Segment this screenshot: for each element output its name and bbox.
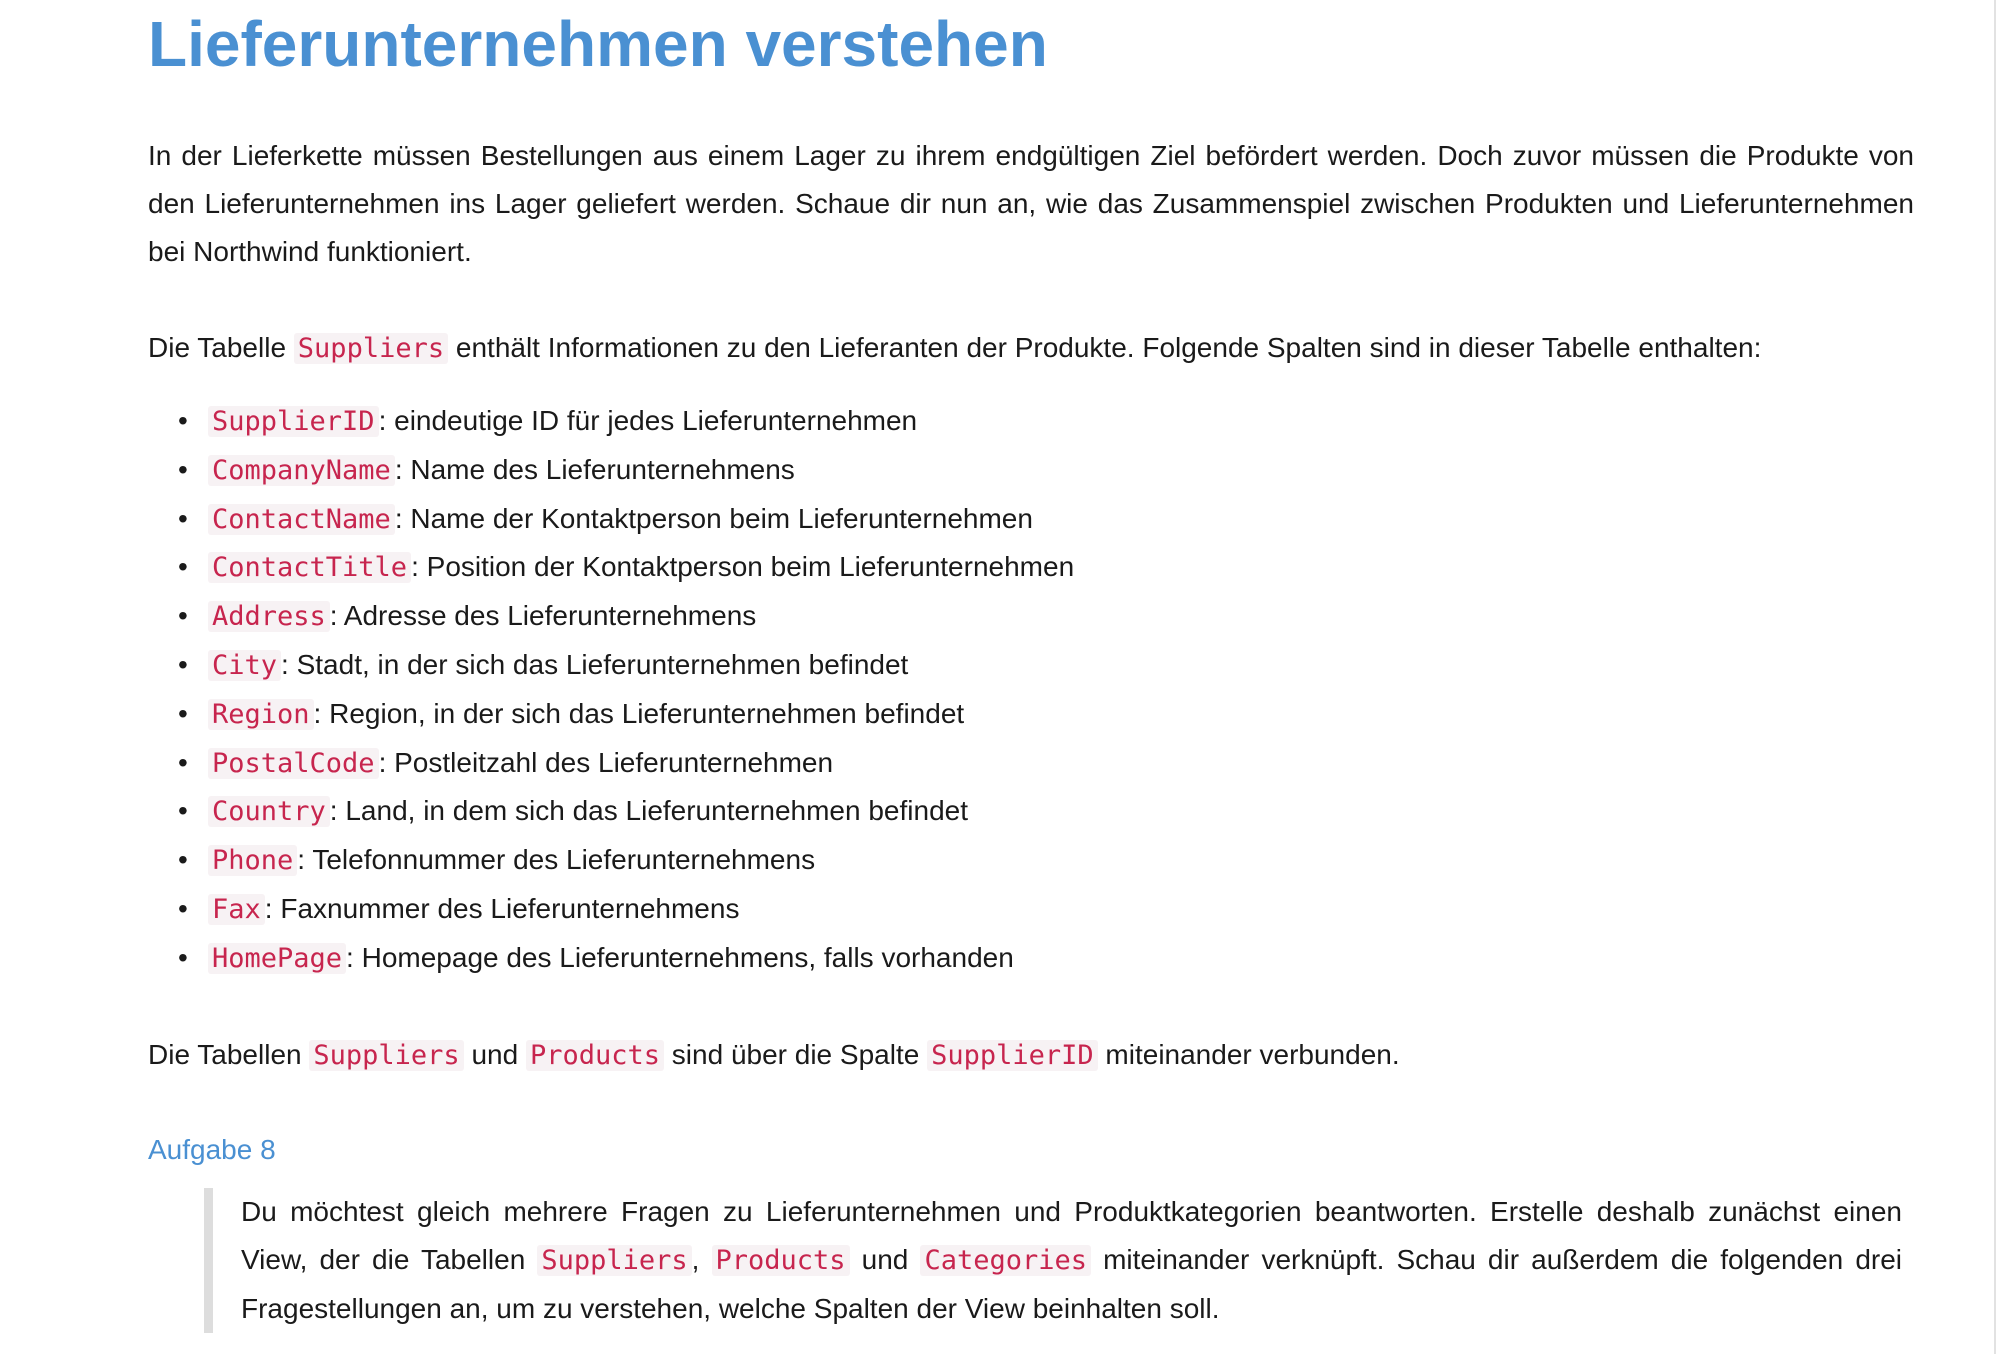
column-description: : Postleitzahl des Lieferunternehmen xyxy=(378,746,834,778)
bullet-icon: • xyxy=(178,600,188,632)
column-description: : Land, in dem sich das Lieferunternehme… xyxy=(329,795,968,827)
column-name-code: SupplierID xyxy=(208,406,379,437)
page-edge-rule xyxy=(1994,0,1996,1354)
list-item: • City: Stadt, in der sich das Lieferunte… xyxy=(178,641,1914,690)
column-description: : Telefonnummer des Lieferunternehmens xyxy=(297,844,816,876)
inline-code-suppliers: Suppliers xyxy=(293,333,449,364)
inline-code-products: Products xyxy=(525,1039,665,1071)
list-item: • Address: Adresse des Lieferunternehmens xyxy=(178,592,1914,641)
inline-code-products: Products xyxy=(711,1244,850,1276)
bullet-icon: • xyxy=(178,892,188,924)
text-span: und xyxy=(463,1038,526,1070)
list-item: • Phone: Telefonnummer des Lieferunterneh… xyxy=(178,836,1914,885)
bullet-icon: • xyxy=(178,453,188,485)
column-name-code: Country xyxy=(208,796,330,828)
column-description: : Faxnummer des Lieferunternehmens xyxy=(264,892,740,924)
list-item: • CompanyName: Name des Lieferunternehmen… xyxy=(178,446,1914,495)
task-heading: Aufgabe 8 xyxy=(148,1133,276,1165)
column-description: : Homepage des Lieferunternehmens, falls… xyxy=(346,941,1014,973)
inline-code-categories: Categories xyxy=(920,1244,1091,1276)
bullet-icon: • xyxy=(178,648,188,680)
column-list: • SupplierID: eindeutige ID für jedes Lie… xyxy=(148,397,1914,983)
column-name-code: HomePage xyxy=(208,942,347,974)
bullet-icon: • xyxy=(178,502,188,534)
column-description: : Stadt, in der sich das Lieferunternehm… xyxy=(281,648,909,680)
column-description: : Position der Kontaktperson beim Liefer… xyxy=(411,551,1075,583)
inline-code-suppliers: Suppliers xyxy=(537,1244,692,1276)
column-description: : Name des Lieferunternehmens xyxy=(394,453,795,485)
text-span: miteinander verbunden. xyxy=(1097,1038,1400,1070)
text-span: enthält Informationen zu den Lieferanten… xyxy=(448,332,1762,363)
list-item: • HomePage: Homepage des Lieferunternehme… xyxy=(178,934,1914,983)
list-item: • Region: Region, in der sich das Lieferu… xyxy=(178,690,1914,739)
text-span: Die Tabelle xyxy=(148,332,294,363)
text-span: Die Tabellen xyxy=(148,1038,310,1070)
column-name-code: Address xyxy=(208,601,330,633)
article-content: Lieferunternehmen verstehen In der Liefe… xyxy=(148,0,1914,1333)
list-item: • ContactName: Name der Kontaktperson bei… xyxy=(178,495,1914,544)
column-description: : eindeutige ID für jedes Lieferunterneh… xyxy=(378,405,918,436)
bullet-icon: • xyxy=(178,697,188,729)
bullet-icon: • xyxy=(178,551,188,583)
page-title: Lieferunternehmen verstehen xyxy=(148,8,1048,80)
bullet-icon: • xyxy=(178,405,188,436)
task-blockquote: Du möchtest gleich mehrere Fragen zu Lie… xyxy=(204,1187,1914,1333)
bullet-icon: • xyxy=(178,746,188,778)
inline-code-suppliers: Suppliers xyxy=(309,1039,464,1071)
column-name-code: Phone xyxy=(208,845,298,877)
relation-paragraph: Die Tabellen Suppliers und Products sind… xyxy=(148,1031,1914,1080)
text-span: und xyxy=(849,1243,921,1275)
text-span: , xyxy=(691,1243,712,1275)
bullet-icon: • xyxy=(178,844,188,876)
bullet-icon: • xyxy=(178,941,188,973)
intro-paragraph: In der Lieferkette müssen Bestellungen a… xyxy=(148,140,1914,267)
column-name-code: CompanyName xyxy=(208,454,395,486)
column-description: : Adresse des Lieferunternehmens xyxy=(329,600,757,632)
column-name-code: City xyxy=(208,649,282,681)
task-paragraph: Du möchtest gleich mehrere Fragen zu Lie… xyxy=(241,1188,1902,1333)
column-name-code: Fax xyxy=(208,893,265,925)
list-item: • PostalCode: Postleitzahl des Lieferunte… xyxy=(178,739,1914,788)
column-name-code: Region xyxy=(208,698,314,730)
inline-code-supplierid: SupplierID xyxy=(927,1039,1098,1071)
list-item: • ContactTitle: Position der Kontaktperso… xyxy=(178,543,1914,592)
column-description: : Region, in der sich das Lieferunterneh… xyxy=(313,697,965,729)
suppliers-intro-paragraph: Die Tabelle Suppliers enthält Informatio… xyxy=(148,324,1914,373)
bullet-icon: • xyxy=(178,795,188,827)
list-item: • Fax: Faxnummer des Lieferunternehmens xyxy=(178,885,1914,934)
list-item: • Country: Land, in dem sich das Lieferun… xyxy=(178,787,1914,836)
list-item: • SupplierID: eindeutige ID für jedes Lie… xyxy=(178,397,1914,446)
text-span: sind über die Spalte xyxy=(664,1038,928,1070)
column-name-code: ContactTitle xyxy=(208,552,412,584)
column-name-code: PostalCode xyxy=(208,747,379,779)
column-name-code: ContactName xyxy=(208,503,395,535)
column-description: : Name der Kontaktperson beim Lieferunte… xyxy=(394,502,1033,534)
